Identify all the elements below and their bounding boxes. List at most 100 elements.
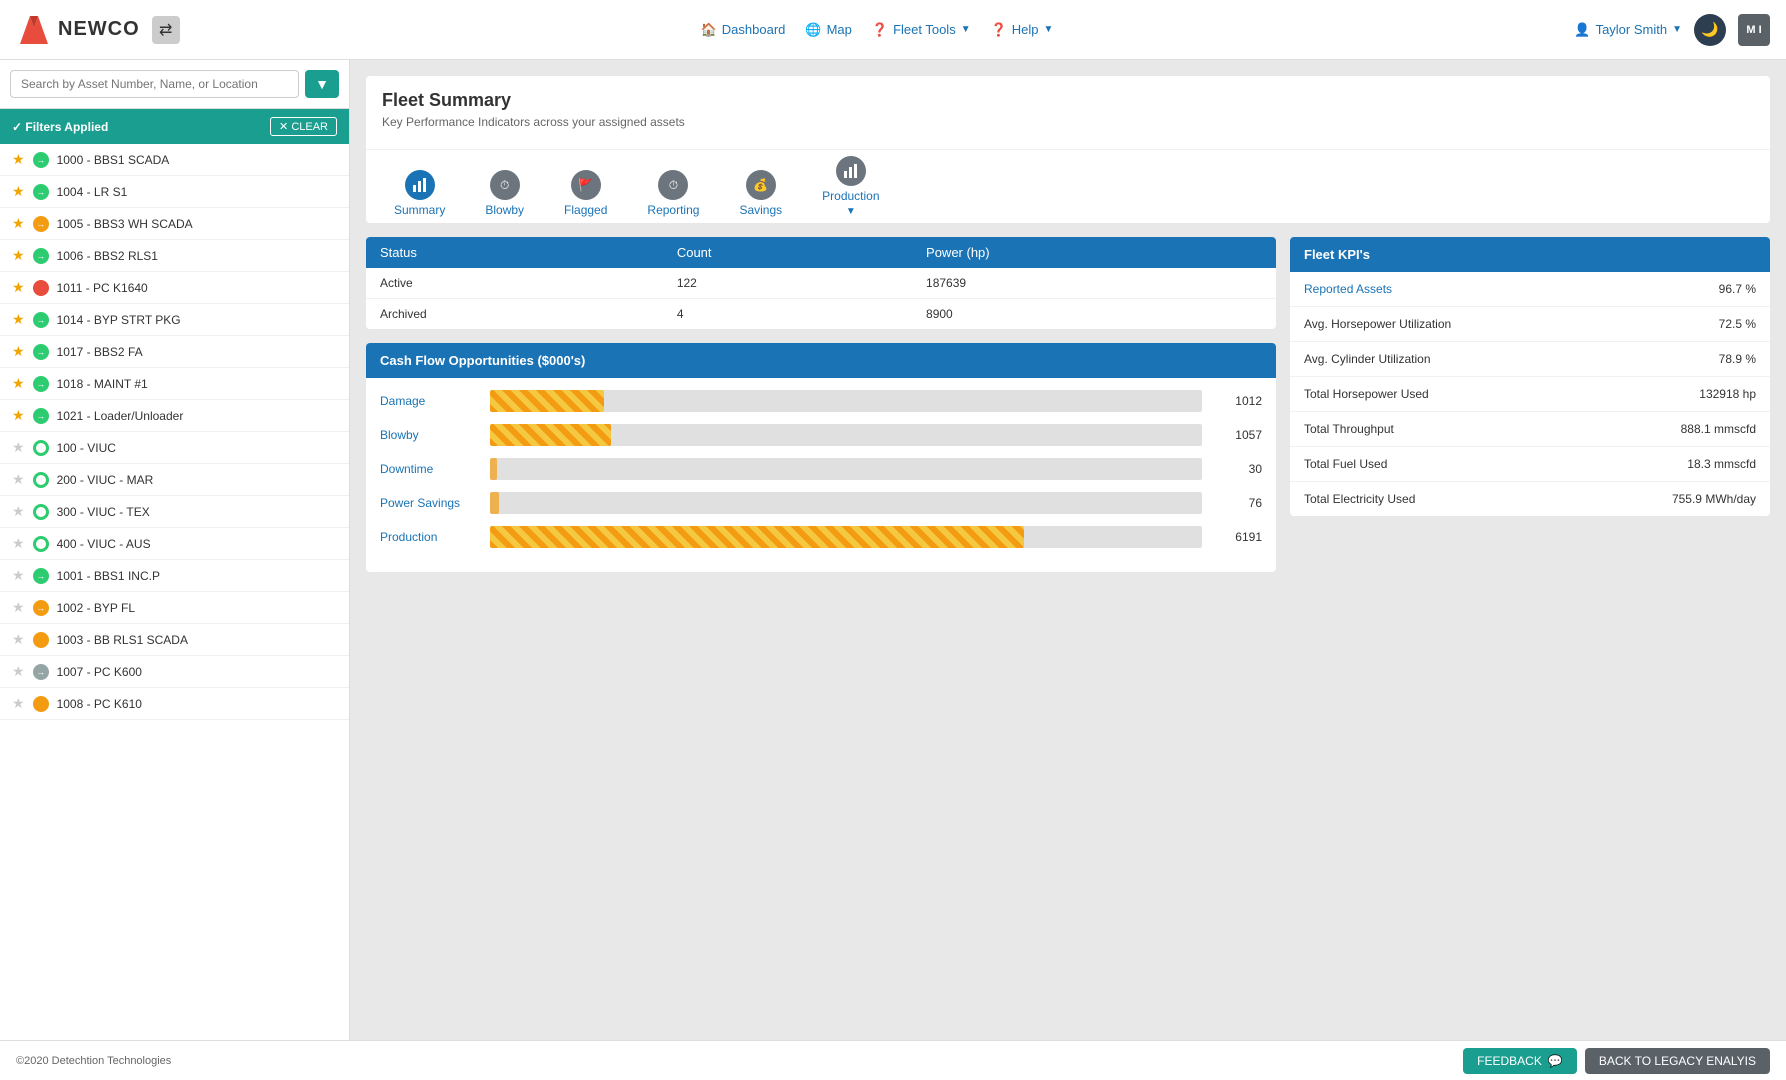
production-chart-icon [843,163,859,179]
list-item[interactable]: ★ → 1002 - BYP FL [0,592,349,624]
asset-name: 1000 - BBS1 SCADA [57,153,170,167]
cash-flow-header: Cash Flow Opportunities ($000's) [366,343,1276,378]
list-item[interactable]: ★ 1008 - PC K610 [0,688,349,720]
tab-blowby[interactable]: ⏱ Blowby [465,164,544,223]
content-grid: Status Count Power (hp) Active 122 18763… [366,237,1770,572]
list-item[interactable]: ★ → 1005 - BBS3 WH SCADA [0,208,349,240]
bar-value-damage: 1012 [1212,394,1262,408]
swap-icon[interactable]: ⇄ [152,16,180,44]
asset-name: 1002 - BYP FL [57,601,136,615]
list-item[interactable]: ★ → 1001 - BBS1 INC.P [0,560,349,592]
list-item[interactable]: ★ → 1000 - BBS1 SCADA [0,144,349,176]
star-icon: ★ [12,407,25,424]
clear-filters-button[interactable]: ✕ CLEAR [270,117,337,136]
footer: ©2020 Detechtion Technologies FEEDBACK 💬… [0,1040,1786,1080]
list-item[interactable]: ★ 1011 - PC K1640 [0,272,349,304]
bar-label-downtime[interactable]: Downtime [380,462,480,476]
list-item[interactable]: ★ 300 - VIUC - TEX [0,496,349,528]
bar-container-blowby [490,424,1202,446]
list-item[interactable]: ★ 200 - VIUC - MAR [0,464,349,496]
list-item[interactable]: ★ → 1004 - LR S1 [0,176,349,208]
bar-value-power-savings: 76 [1212,496,1262,510]
list-item[interactable]: ★ 1003 - BB RLS1 SCADA [0,624,349,656]
dark-mode-button[interactable]: 🌙 [1694,14,1726,46]
status-indicator: → [33,248,49,264]
fleet-kpi-card: Fleet KPI's Reported Assets 96.7 % Avg. … [1290,237,1770,516]
newco-logo-icon [16,12,52,48]
asset-name: 1001 - BBS1 INC.P [57,569,160,583]
tab-savings[interactable]: 💰 Savings [719,164,802,223]
star-icon: ★ [12,311,25,328]
asset-name: 1014 - BYP STRT PKG [57,313,181,327]
globe-icon: 🌐 [805,22,821,38]
feedback-button[interactable]: FEEDBACK 💬 [1463,1048,1577,1074]
col-status: Status [366,237,663,268]
flag-icon: 🚩 [578,178,593,192]
bar-row-power-savings: Power Savings 76 [380,492,1262,514]
status-indicator [33,632,49,648]
cash-flow-card: Cash Flow Opportunities ($000's) Damage … [366,343,1276,572]
list-item[interactable]: ★ → 1017 - BBS2 FA [0,336,349,368]
tab-reporting[interactable]: ⏱ Reporting [627,164,719,223]
tab-summary[interactable]: Summary [374,164,465,223]
bar-label-power-savings[interactable]: Power Savings [380,496,480,510]
bar-fill-production [490,526,1024,548]
list-item[interactable]: ★ → 1007 - PC K600 [0,656,349,688]
tab-flagged[interactable]: 🚩 Flagged [544,164,627,223]
kpi-row-reported-assets: Reported Assets 96.7 % [1290,272,1770,307]
status-indicator [33,472,49,488]
list-item[interactable]: ★ → 1021 - Loader/Unloader [0,400,349,432]
help-dropdown-icon: ▼ [1044,24,1054,35]
filter-button[interactable]: ▼ [305,70,339,98]
avatar[interactable]: M I [1738,14,1770,46]
legacy-button[interactable]: BACK TO LEGACY ENALYIS [1585,1048,1770,1074]
kpi-row-total-fuel: Total Fuel Used 18.3 mmscfd [1290,447,1770,482]
search-bar: ▼ [0,60,349,109]
bar-label-production[interactable]: Production [380,530,480,544]
tab-production[interactable]: Production ▼ [802,150,899,223]
star-empty-icon: ★ [12,503,25,520]
list-item[interactable]: ★ → 1014 - BYP STRT PKG [0,304,349,336]
fleet-summary-subtitle: Key Performance Indicators across your a… [382,115,1754,129]
bar-chart-icon [412,177,428,193]
asset-name: 1004 - LR S1 [57,185,128,199]
power-archived: 8900 [912,299,1276,330]
kpi-row-total-elec: Total Electricity Used 755.9 MWh/day [1290,482,1770,516]
status-indicator [33,440,49,456]
asset-name: 1017 - BBS2 FA [57,345,143,359]
kpi-value-total-fuel: 18.3 mmscfd [1687,457,1756,471]
status-indicator: → [33,600,49,616]
tab-flagged-label: Flagged [564,203,607,217]
status-indicator: → [33,152,49,168]
power-active: 187639 [912,268,1276,299]
kpi-body: Reported Assets 96.7 % Avg. Horsepower U… [1290,272,1770,516]
status-indicator: → [33,344,49,360]
count-archived: 4 [663,299,912,330]
tab-savings-icon: 💰 [746,170,776,200]
kpi-label-reported-assets[interactable]: Reported Assets [1304,282,1392,296]
bar-label-blowby[interactable]: Blowby [380,428,480,442]
search-input[interactable] [10,70,299,98]
question-icon-fleet: ❓ [872,22,888,38]
kpi-value-total-elec: 755.9 MWh/day [1672,492,1756,506]
kpi-value-avg-cyl: 78.9 % [1719,352,1756,366]
bar-value-downtime: 30 [1212,462,1262,476]
nav-help[interactable]: ❓ Help ▼ [991,22,1054,38]
tab-summary-icon [405,170,435,200]
star-empty-icon: ★ [12,599,25,616]
bar-fill-damage [490,390,604,412]
nav-fleet-tools[interactable]: ❓ Fleet Tools ▼ [872,22,971,38]
star-empty-icon: ★ [12,631,25,648]
nav-dashboard[interactable]: 🏠 Dashboard [701,22,786,38]
nav-map[interactable]: 🌐 Map [805,22,851,38]
bar-label-damage[interactable]: Damage [380,394,480,408]
list-item[interactable]: ★ → 1018 - MAINT #1 [0,368,349,400]
list-item[interactable]: ★ 100 - VIUC [0,432,349,464]
tab-flagged-icon: 🚩 [571,170,601,200]
list-item[interactable]: ★ 400 - VIUC - AUS [0,528,349,560]
list-item[interactable]: ★ → 1006 - BBS2 RLS1 [0,240,349,272]
status-indicator [33,696,49,712]
home-icon: 🏠 [701,22,717,38]
user-menu[interactable]: 👤 Taylor Smith ▼ [1574,22,1682,38]
status-indicator: → [33,376,49,392]
